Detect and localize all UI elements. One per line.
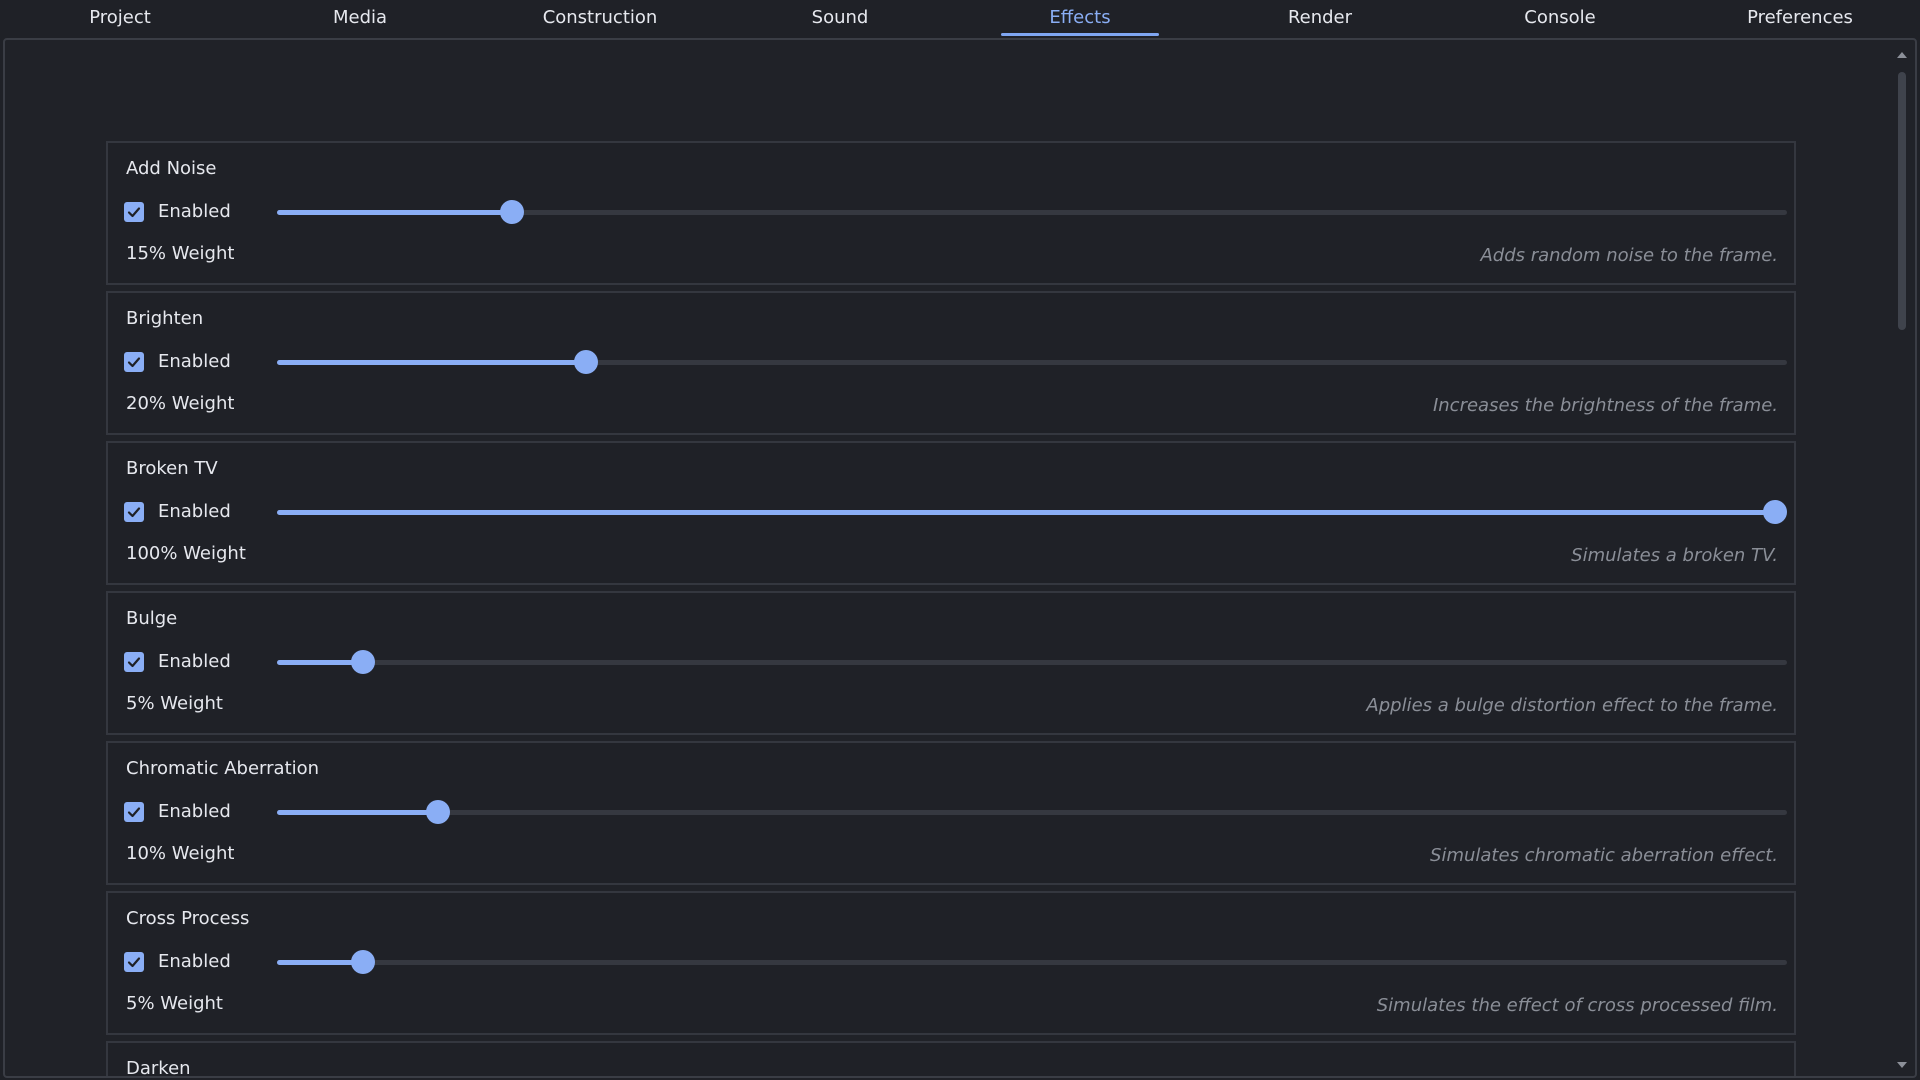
slider-thumb[interactable] xyxy=(574,350,598,374)
effect-card-broken-tv: Broken TV Enabled 100% Weight Simulates … xyxy=(106,441,1796,585)
enabled-label: Enabled xyxy=(158,651,231,672)
slider-track xyxy=(277,810,1787,815)
effect-title: Darken xyxy=(126,1058,191,1078)
effect-title: Bulge xyxy=(126,608,177,629)
tab-label: Effects xyxy=(1049,7,1110,28)
tab-media[interactable]: Media xyxy=(240,0,480,38)
vertical-scrollbar[interactable] xyxy=(1895,48,1909,1072)
effects-scroll-area: Add Noise Enabled 15% Weight Adds random… xyxy=(5,40,1885,1078)
tab-label: Sound xyxy=(812,7,869,28)
tab-construction[interactable]: Construction xyxy=(480,0,720,38)
slider-thumb[interactable] xyxy=(351,650,375,674)
slider-fill xyxy=(277,810,438,815)
enabled-toggle-row: Enabled xyxy=(124,651,231,672)
tab-label: Render xyxy=(1288,7,1352,28)
effect-description: Adds random noise to the frame. xyxy=(1480,245,1778,266)
weight-label: 5% Weight xyxy=(126,693,223,714)
weight-slider[interactable] xyxy=(277,950,1787,974)
weight-label: 5% Weight xyxy=(126,993,223,1014)
scroll-up-arrow-icon[interactable] xyxy=(1897,52,1907,58)
effect-description: Simulates chromatic aberration effect. xyxy=(1430,845,1778,866)
active-tab-indicator xyxy=(1001,33,1159,36)
enabled-checkbox[interactable] xyxy=(124,352,144,372)
checkmark-icon xyxy=(126,654,142,670)
enabled-checkbox[interactable] xyxy=(124,502,144,522)
weight-label: 100% Weight xyxy=(126,543,246,564)
enabled-checkbox[interactable] xyxy=(124,952,144,972)
weight-slider[interactable] xyxy=(277,500,1787,524)
slider-thumb[interactable] xyxy=(426,800,450,824)
tab-label: Construction xyxy=(543,7,658,28)
checkmark-icon xyxy=(126,804,142,820)
tab-effects[interactable]: Effects xyxy=(960,0,1200,38)
scroll-down-arrow-icon[interactable] xyxy=(1897,1062,1907,1068)
effect-description: Applies a bulge distortion effect to the… xyxy=(1366,695,1778,716)
checkmark-icon xyxy=(126,354,142,370)
effect-card-brighten: Brighten Enabled 20% Weight Increases th… xyxy=(106,291,1796,435)
weight-slider[interactable] xyxy=(277,650,1787,674)
tab-label: Project xyxy=(89,7,151,28)
slider-track xyxy=(277,660,1787,665)
enabled-label: Enabled xyxy=(158,951,231,972)
slider-thumb[interactable] xyxy=(351,950,375,974)
enabled-toggle-row: Enabled xyxy=(124,351,231,372)
effect-title: Broken TV xyxy=(126,458,218,479)
enabled-label: Enabled xyxy=(158,801,231,822)
slider-thumb[interactable] xyxy=(1763,500,1787,524)
weight-slider[interactable] xyxy=(277,800,1787,824)
main-tab-bar: Project Media Construction Sound Effects… xyxy=(0,0,1920,38)
tab-preferences[interactable]: Preferences xyxy=(1680,0,1920,38)
effect-title: Cross Process xyxy=(126,908,249,929)
tab-project[interactable]: Project xyxy=(0,0,240,38)
tab-label: Media xyxy=(333,7,387,28)
effect-description: Simulates the effect of cross processed … xyxy=(1377,995,1778,1016)
enabled-toggle-row: Enabled xyxy=(124,951,231,972)
enabled-toggle-row: Enabled xyxy=(124,501,231,522)
weight-slider[interactable] xyxy=(277,350,1787,374)
slider-thumb[interactable] xyxy=(500,200,524,224)
checkmark-icon xyxy=(126,954,142,970)
effect-card-chromatic-aberration: Chromatic Aberration Enabled 10% Weight … xyxy=(106,741,1796,885)
effect-title: Add Noise xyxy=(126,158,217,179)
effect-description: Simulates a broken TV. xyxy=(1571,545,1778,566)
tab-render[interactable]: Render xyxy=(1200,0,1440,38)
slider-fill xyxy=(277,360,586,365)
enabled-toggle-row: Enabled xyxy=(124,201,231,222)
effects-panel: Add Noise Enabled 15% Weight Adds random… xyxy=(3,38,1917,1078)
checkmark-icon xyxy=(126,504,142,520)
enabled-label: Enabled xyxy=(158,201,231,222)
enabled-checkbox[interactable] xyxy=(124,202,144,222)
slider-fill xyxy=(277,510,1775,515)
effect-title: Chromatic Aberration xyxy=(126,758,319,779)
enabled-checkbox[interactable] xyxy=(124,652,144,672)
effect-card-bulge: Bulge Enabled 5% Weight Applies a bulge … xyxy=(106,591,1796,735)
scrollbar-thumb[interactable] xyxy=(1898,72,1906,330)
effect-title: Brighten xyxy=(126,308,203,329)
weight-slider[interactable] xyxy=(277,200,1787,224)
enabled-label: Enabled xyxy=(158,351,231,372)
effect-card-add-noise: Add Noise Enabled 15% Weight Adds random… xyxy=(106,141,1796,285)
tab-console[interactable]: Console xyxy=(1440,0,1680,38)
weight-label: 20% Weight xyxy=(126,393,234,414)
effects-list: Add Noise Enabled 15% Weight Adds random… xyxy=(106,141,1796,1078)
slider-fill xyxy=(277,210,512,215)
effect-card-darken: Darken xyxy=(106,1041,1796,1078)
weight-label: 15% Weight xyxy=(126,243,234,264)
slider-track xyxy=(277,960,1787,965)
checkmark-icon xyxy=(126,204,142,220)
effect-description: Increases the brightness of the frame. xyxy=(1433,395,1778,416)
enabled-label: Enabled xyxy=(158,501,231,522)
tab-label: Preferences xyxy=(1747,7,1853,28)
weight-label: 10% Weight xyxy=(126,843,234,864)
tab-sound[interactable]: Sound xyxy=(720,0,960,38)
tab-label: Console xyxy=(1524,7,1595,28)
effect-card-cross-process: Cross Process Enabled 5% Weight Simulate… xyxy=(106,891,1796,1035)
enabled-checkbox[interactable] xyxy=(124,802,144,822)
enabled-toggle-row: Enabled xyxy=(124,801,231,822)
